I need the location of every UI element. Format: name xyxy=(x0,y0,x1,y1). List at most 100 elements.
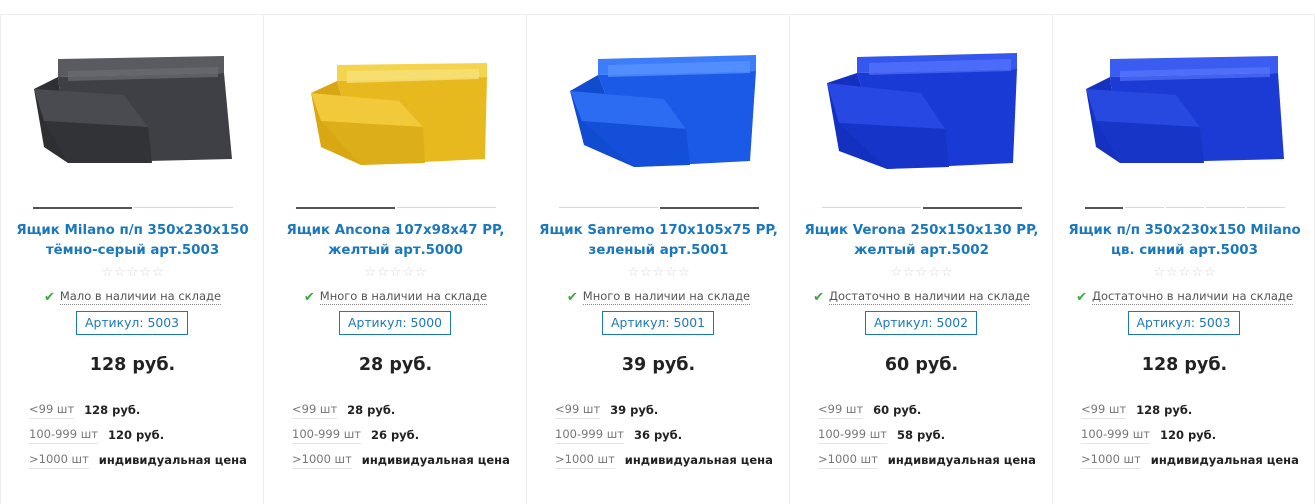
pager-dot[interactable] xyxy=(33,207,132,209)
tier-price: индивидуальная цена xyxy=(361,452,510,467)
price-tier-row: <99 шт 28 руб. xyxy=(292,397,517,422)
price-tier-row: 100-999 шт 36 руб. xyxy=(555,422,780,447)
star-icon[interactable]: ☆ xyxy=(1153,265,1165,279)
rating-stars[interactable]: ☆ ☆ ☆ ☆ ☆ xyxy=(790,265,1053,279)
star-icon[interactable]: ☆ xyxy=(377,265,389,279)
price-tiers: <99 шт 28 руб. 100-999 шт 26 руб. >1000 … xyxy=(292,397,517,472)
tier-quantity: >1000 шт xyxy=(818,450,878,469)
image-pager[interactable] xyxy=(33,207,233,209)
star-icon[interactable]: ☆ xyxy=(1204,265,1216,279)
product-price: 60 руб. xyxy=(884,355,959,375)
stock-status-text[interactable]: Достаточно в наличии на складе xyxy=(1091,289,1293,305)
product-card[interactable]: Ящик Sanremo 170x105x75 PP, зеленый арт.… xyxy=(526,15,789,504)
sku-badge: Артикул: 5002 xyxy=(865,311,977,335)
rating-stars[interactable]: ☆ ☆ ☆ ☆ ☆ xyxy=(1053,265,1315,279)
stock-status: ✔ Много в наличии на складе xyxy=(264,289,527,305)
product-card[interactable]: Ящик Milano п/п 350x230x150 тёмно-серый … xyxy=(0,15,263,504)
image-pager[interactable] xyxy=(296,207,496,209)
price-tier-row: >1000 шт индивидуальная цена xyxy=(292,447,517,472)
star-icon[interactable]: ☆ xyxy=(139,265,151,279)
tier-price: 120 руб. xyxy=(1159,427,1217,442)
product-image[interactable] xyxy=(790,51,1053,201)
stock-status-text[interactable]: Мало в наличии на складе xyxy=(59,289,222,305)
price-tier-row: <99 шт 39 руб. xyxy=(555,397,780,422)
star-icon[interactable]: ☆ xyxy=(890,265,902,279)
star-icon[interactable]: ☆ xyxy=(627,265,639,279)
star-icon[interactable]: ☆ xyxy=(665,265,677,279)
product-title-link[interactable]: Ящик Sanremo 170x105x75 PP, зеленый арт.… xyxy=(539,221,778,261)
product-image[interactable] xyxy=(527,51,790,201)
product-title-link[interactable]: Ящик п/п 350x230x150 Milano цв. синий ар… xyxy=(1065,221,1304,261)
price-tier-row: >1000 шт индивидуальная цена xyxy=(818,447,1043,472)
product-card[interactable]: Ящик Verona 250x150x130 PP, желтый арт.5… xyxy=(789,15,1052,504)
storage-bin-image[interactable] xyxy=(28,51,238,171)
pager-dot[interactable] xyxy=(296,207,395,209)
stock-status: ✔ Много в наличии на складе xyxy=(527,289,790,305)
storage-bin-image[interactable] xyxy=(817,51,1027,171)
product-image[interactable] xyxy=(264,51,527,201)
pager-dot[interactable] xyxy=(822,207,921,208)
star-icon[interactable]: ☆ xyxy=(678,265,690,279)
star-icon[interactable]: ☆ xyxy=(390,265,402,279)
image-pager[interactable] xyxy=(822,207,1022,209)
star-icon[interactable]: ☆ xyxy=(1166,265,1178,279)
product-title-link[interactable]: Ящик Milano п/п 350x230x150 тёмно-серый … xyxy=(13,221,252,261)
pager-dot[interactable] xyxy=(1165,207,1205,208)
star-icon[interactable]: ☆ xyxy=(1191,265,1203,279)
product-title-link[interactable]: Ящик Verona 250x150x130 PP, желтый арт.5… xyxy=(802,221,1041,261)
pager-dot[interactable] xyxy=(1246,207,1286,208)
star-icon[interactable]: ☆ xyxy=(640,265,652,279)
star-icon[interactable]: ☆ xyxy=(415,265,427,279)
stock-status-text[interactable]: Достаточно в наличии на складе xyxy=(828,289,1030,305)
tier-quantity: 100-999 шт xyxy=(292,425,361,444)
storage-bin-image[interactable] xyxy=(554,51,764,171)
storage-bin-image[interactable] xyxy=(1080,51,1290,171)
image-pager[interactable] xyxy=(1085,207,1286,209)
star-icon[interactable]: ☆ xyxy=(1179,265,1191,279)
pager-dot[interactable] xyxy=(134,207,233,208)
pager-dot[interactable] xyxy=(1085,207,1124,209)
pager-dot[interactable] xyxy=(923,207,1022,209)
rating-stars[interactable]: ☆ ☆ ☆ ☆ ☆ xyxy=(264,265,527,279)
stock-status-text[interactable]: Много в наличии на складе xyxy=(319,289,488,305)
sku-badge: Артикул: 5003 xyxy=(76,311,188,335)
price-tier-row: <99 шт 60 руб. xyxy=(818,397,1043,422)
product-card[interactable]: Ящик Ancona 107x98x47 PP, желтый арт.500… xyxy=(263,15,526,504)
star-icon[interactable]: ☆ xyxy=(916,265,928,279)
product-title-link[interactable]: Ящик Ancona 107x98x47 PP, желтый арт.500… xyxy=(276,221,515,261)
star-icon[interactable]: ☆ xyxy=(928,265,940,279)
star-icon[interactable]: ☆ xyxy=(152,265,164,279)
product-image[interactable] xyxy=(1,51,264,201)
tier-quantity: <99 шт xyxy=(29,400,75,419)
star-icon[interactable]: ☆ xyxy=(941,265,953,279)
tier-price: 28 руб. xyxy=(347,402,396,417)
rating-stars[interactable]: ☆ ☆ ☆ ☆ ☆ xyxy=(527,265,790,279)
pager-dot[interactable] xyxy=(397,207,496,208)
star-icon[interactable]: ☆ xyxy=(114,265,126,279)
stock-status: ✔ Мало в наличии на складе xyxy=(1,289,264,305)
star-icon[interactable]: ☆ xyxy=(364,265,376,279)
tier-quantity: 100-999 шт xyxy=(1081,425,1150,444)
rating-stars[interactable]: ☆ ☆ ☆ ☆ ☆ xyxy=(1,265,264,279)
pager-dot[interactable] xyxy=(1125,207,1164,208)
image-pager[interactable] xyxy=(559,207,759,209)
star-icon[interactable]: ☆ xyxy=(127,265,139,279)
tier-quantity: 100-999 шт xyxy=(818,425,887,444)
star-icon[interactable]: ☆ xyxy=(653,265,665,279)
pager-dot[interactable] xyxy=(660,207,759,209)
product-grid: Ящик Milano п/п 350x230x150 тёмно-серый … xyxy=(0,14,1315,504)
star-icon[interactable]: ☆ xyxy=(101,265,113,279)
tier-quantity: 100-999 шт xyxy=(29,425,98,444)
product-card[interactable]: Ящик п/п 350x230x150 Milano цв. синий ар… xyxy=(1052,15,1315,504)
product-image[interactable] xyxy=(1053,51,1315,201)
tier-quantity: >1000 шт xyxy=(555,450,615,469)
stock-status-text[interactable]: Много в наличии на складе xyxy=(582,289,751,305)
pager-dot[interactable] xyxy=(1206,207,1245,208)
price-tiers: <99 шт 128 руб. 100-999 шт 120 руб. >100… xyxy=(29,397,254,472)
pager-dot[interactable] xyxy=(559,207,658,208)
star-icon[interactable]: ☆ xyxy=(903,265,915,279)
star-icon[interactable]: ☆ xyxy=(402,265,414,279)
sku-badge: Артикул: 5003 xyxy=(1127,311,1240,335)
price-tier-row: >1000 шт индивидуальная цена xyxy=(29,447,254,472)
storage-bin-image[interactable] xyxy=(291,51,501,171)
